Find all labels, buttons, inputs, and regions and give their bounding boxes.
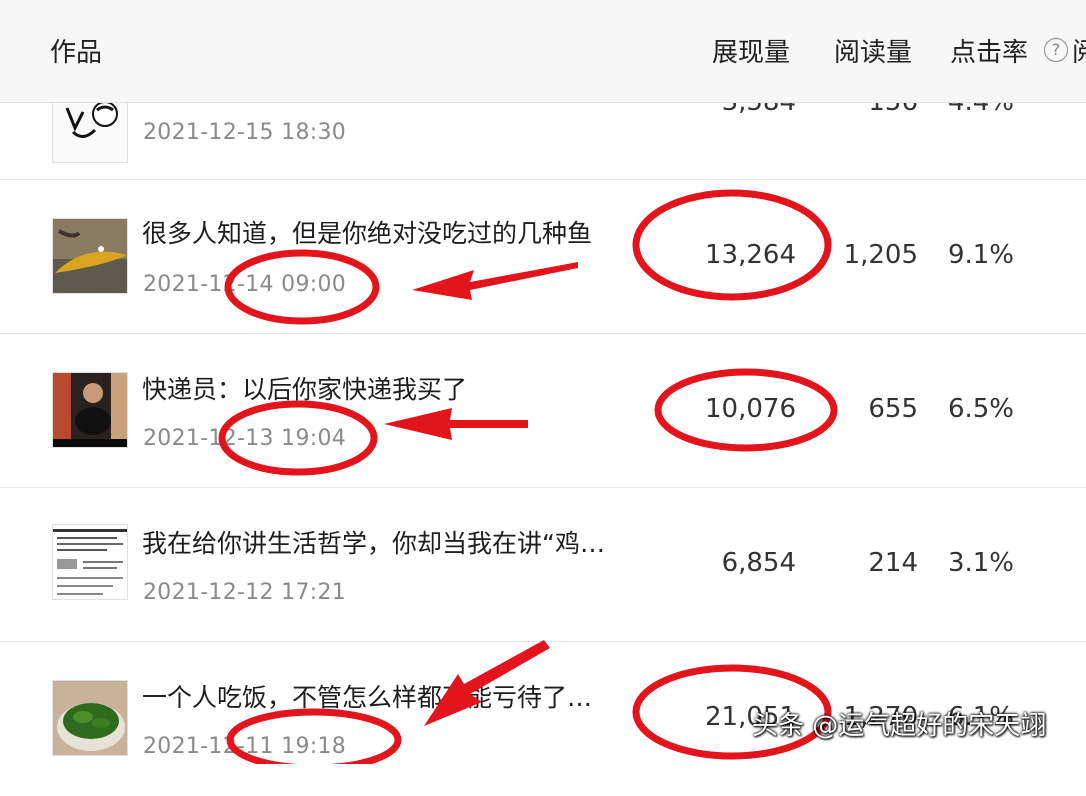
work-title[interactable]: 一个人吃饭，不管怎么样都不能亏待了… xyxy=(142,678,592,714)
work-title[interactable]: 我在给你讲生活哲学，你却当我在讲“鸡… xyxy=(142,524,605,560)
ctr-value: 3.1% xyxy=(947,548,1014,578)
column-header-impressions[interactable]: 展现量 xyxy=(712,32,790,69)
work-title[interactable]: 快递员：以后你家快递我买了 xyxy=(142,370,467,406)
column-header-reads[interactable]: 阅读量 xyxy=(834,32,912,69)
table-row[interactable]: 快递员：以后你家快递我买了 2021-12-13 19:04 10,076 65… xyxy=(0,334,1086,488)
table-header: 作品 展现量 阅读量 点击率 ? 阅 xyxy=(0,0,1086,103)
column-header-ctr[interactable]: 点击率 xyxy=(950,32,1028,69)
column-header-truncated: 阅 xyxy=(1072,38,1086,68)
publish-date: 2021-12-12 17:21 xyxy=(143,580,347,605)
publish-date: 2021-12-11 19:18 xyxy=(143,734,347,759)
watermark: 头条 @运气超好的宋天翊 xyxy=(752,711,1047,741)
publish-date: 2021-12-13 19:04 xyxy=(143,426,347,451)
works-list: 2021-12-15 18:30 3,584 156 4.4% 很多人知道，但是… xyxy=(0,0,1086,764)
impressions-value: 10,076 xyxy=(705,394,796,424)
table-row[interactable]: 我在给你讲生活哲学，你却当我在讲“鸡… 2021-12-12 17:21 6,8… xyxy=(0,488,1086,642)
thumbnail-fish[interactable] xyxy=(52,218,128,294)
impressions-value: 13,264 xyxy=(705,240,796,270)
work-title[interactable]: 很多人知道，但是你绝对没吃过的几种鱼 xyxy=(142,214,592,250)
column-header-works: 作品 xyxy=(50,38,103,68)
thumbnail-greens[interactable] xyxy=(52,680,128,756)
reads-value: 655 xyxy=(868,394,918,424)
help-icon[interactable]: ? xyxy=(1044,38,1068,62)
reads-value: 214 xyxy=(868,548,918,578)
thumbnail-courier[interactable] xyxy=(52,372,128,448)
ctr-value: 6.5% xyxy=(947,394,1014,424)
impressions-value: 6,854 xyxy=(721,548,796,578)
ctr-value: 9.1% xyxy=(947,240,1014,270)
publish-date: 2021-12-15 18:30 xyxy=(143,120,347,145)
table-row[interactable]: 很多人知道，但是你绝对没吃过的几种鱼 2021-12-14 09:00 13,2… xyxy=(0,180,1086,334)
thumbnail-document[interactable] xyxy=(52,524,128,600)
reads-value: 1,205 xyxy=(843,240,918,270)
publish-date: 2021-12-14 09:00 xyxy=(143,272,347,297)
